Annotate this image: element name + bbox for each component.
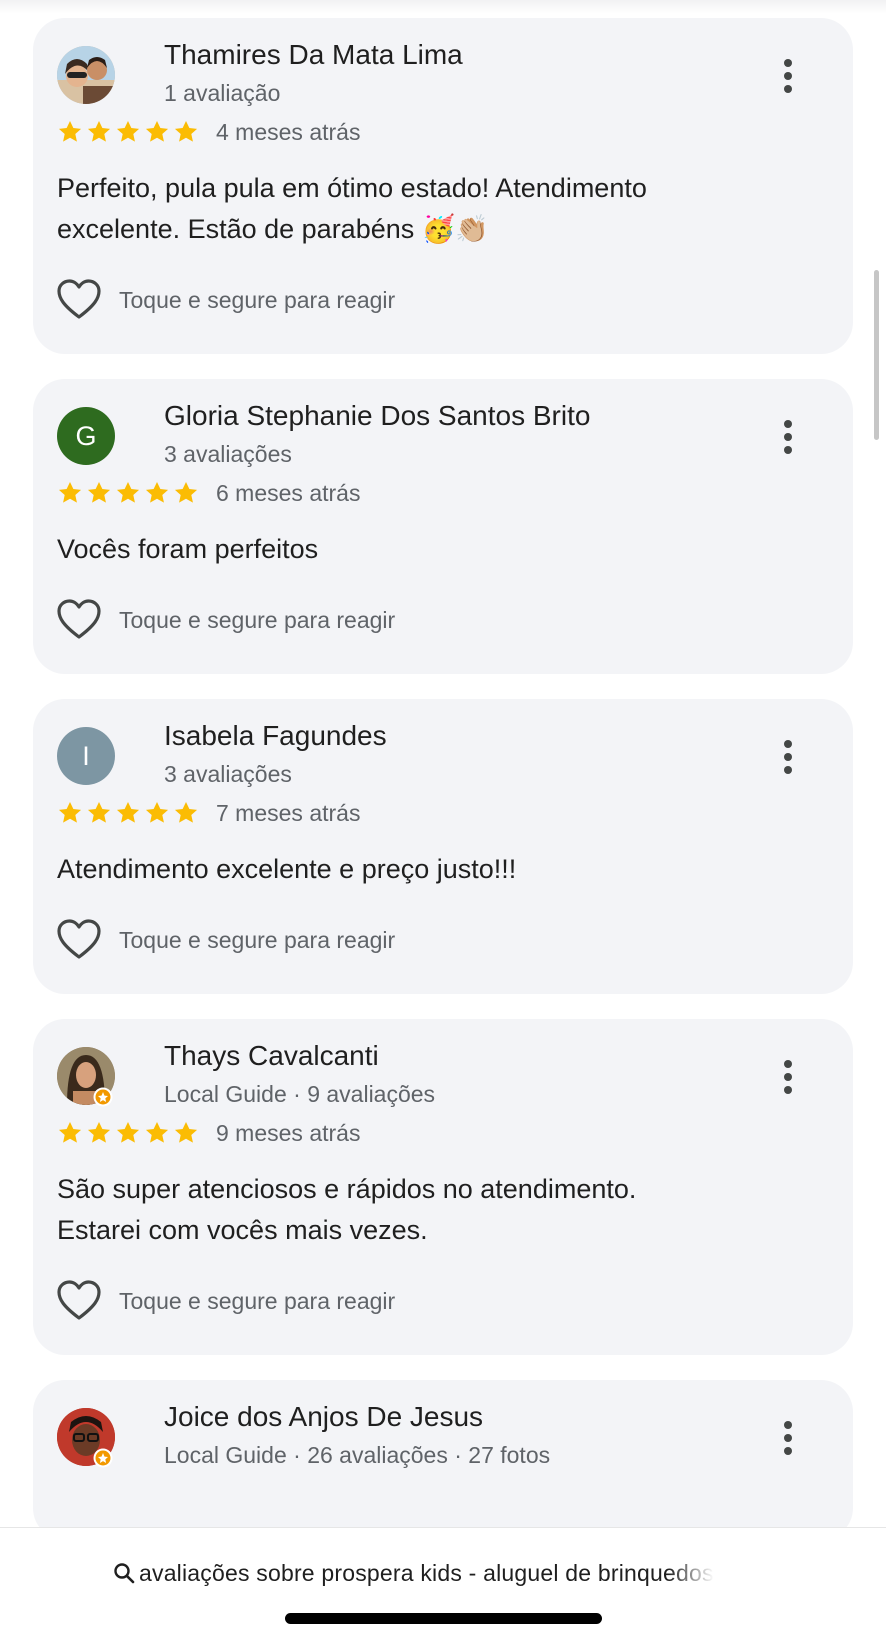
star-icon [145,481,169,503]
star-icon [58,1121,82,1143]
review-header: Thays Cavalcanti Local Guide · 9 avaliaç… [57,1040,829,1115]
react-label: Toque e segure para reagir [119,286,396,313]
reviewer-name[interactable]: Thamires Da Mata Lima [164,39,463,71]
review-text: Vocês foram perfeitos [57,534,319,564]
more-options-button[interactable] [773,1057,803,1097]
more-vert-icon [784,420,792,454]
more-vert-icon [784,740,792,774]
review-date: 6 meses atrás [216,479,361,506]
rating-row: 9 meses atrás [57,1115,829,1151]
more-options-button[interactable] [773,56,803,96]
local-guide-badge-icon [93,1087,113,1107]
star-icon [174,120,198,142]
star-icon [174,481,198,503]
star-rating [57,1120,199,1146]
avatar[interactable]: G [57,407,115,465]
star-icon [174,801,198,823]
more-options-button[interactable] [773,1418,803,1458]
react-row[interactable]: Toque e segure para reagir [57,278,829,322]
avatar[interactable]: I [57,727,115,785]
star-rating [57,480,199,506]
reviewer-review-count: Local Guide · 26 avaliações · 27 fotos [164,1442,551,1468]
more-options-button[interactable] [773,417,803,457]
rating-row: 7 meses atrás [57,795,829,831]
review-header: Thamires Da Mata Lima 1 avaliação [57,39,829,114]
review-header: Joice dos Anjos De Jesus Local Guide · 2… [57,1401,829,1476]
reviewer-name[interactable]: Gloria Stephanie Dos Santos Brito [164,400,590,432]
review-card: Joice dos Anjos De Jesus Local Guide · 2… [33,1380,853,1540]
star-icon [58,801,82,823]
star-rating [57,800,199,826]
more-vert-icon [784,1421,792,1455]
star-icon [116,120,140,142]
avatar-letter: G [75,420,97,451]
review-text: Perfeito, pula pula em ótimo estado! Ate… [57,173,647,244]
reviewer-review-count: 3 avaliações [164,761,292,787]
reviews-screen: Thamires Da Mata Lima 1 avaliação 4 mese… [0,0,886,1634]
more-options-button[interactable] [773,737,803,777]
reviewer-name[interactable]: Isabela Fagundes [164,720,387,752]
star-icon [145,1121,169,1143]
reviewer-review-count: 3 avaliações [164,441,292,467]
star-icon [145,801,169,823]
star-icon [58,481,82,503]
review-card: I Isabela Fagundes 3 avaliações 7 meses … [33,699,853,994]
more-vert-icon [784,1060,792,1094]
review-card: G Gloria Stephanie Dos Santos Brito 3 av… [33,379,853,674]
star-icon [145,120,169,142]
review-header: I Isabela Fagundes 3 avaliações [57,720,829,795]
star-icon [116,481,140,503]
rating-row: 4 meses atrás [57,114,829,150]
star-icon [174,1121,198,1143]
home-indicator[interactable] [285,1613,602,1624]
reviewer-review-count: 1 avaliação [164,80,281,106]
scrollbar[interactable] [874,270,879,440]
reviewer-name[interactable]: Joice dos Anjos De Jesus [164,1401,483,1433]
review-card: Thays Cavalcanti Local Guide · 9 avaliaç… [33,1019,853,1355]
search-query-link[interactable]: avaliações sobre prospera kids - aluguel… [112,1555,772,1591]
avatar-photo-icon [57,46,115,104]
star-icon [116,1121,140,1143]
search-icon [114,1563,135,1584]
heart-icon[interactable] [57,919,101,961]
star-icon [87,1121,111,1143]
bottom-search-bar: avaliações sobre prospera kids - aluguel… [0,1527,886,1634]
reviews-feed[interactable]: Thamires Da Mata Lima 1 avaliação 4 mese… [33,18,853,1565]
react-label: Toque e segure para reagir [119,1287,396,1314]
reviewer-name[interactable]: Thays Cavalcanti [164,1040,379,1072]
react-row[interactable]: Toque e segure para reagir [57,918,829,962]
heart-icon[interactable] [57,1280,101,1322]
react-row[interactable]: Toque e segure para reagir [57,598,829,642]
local-guide-badge-icon [93,1448,113,1468]
avatar[interactable] [57,1408,115,1468]
avatar[interactable] [57,1047,115,1107]
avatar[interactable] [57,46,115,104]
heart-icon[interactable] [57,279,101,321]
star-icon [87,801,111,823]
more-vert-icon [784,59,792,93]
review-date: 4 meses atrás [216,118,361,145]
search-query-text: avaliações sobre prospera kids - aluguel… [139,1559,714,1586]
top-shadow [0,0,886,14]
avatar-letter: I [82,740,90,771]
heart-icon[interactable] [57,599,101,641]
rating-row: 6 meses atrás [57,475,829,511]
star-rating [57,119,199,145]
react-label: Toque e segure para reagir [119,606,396,633]
review-text: Atendimento excelente e preço justo!!! [57,854,517,884]
review-header: G Gloria Stephanie Dos Santos Brito 3 av… [57,400,829,475]
star-icon [58,120,82,142]
review-card: Thamires Da Mata Lima 1 avaliação 4 mese… [33,18,853,354]
react-row[interactable]: Toque e segure para reagir [57,1279,829,1323]
review-date: 9 meses atrás [216,1119,361,1146]
star-icon [116,801,140,823]
review-date: 7 meses atrás [216,799,361,826]
star-icon [87,120,111,142]
reviewer-review-count: Local Guide · 9 avaliações [164,1081,436,1107]
react-label: Toque e segure para reagir [119,926,396,953]
star-icon [87,481,111,503]
review-text: São super atenciosos e rápidos no atendi… [57,1174,637,1245]
